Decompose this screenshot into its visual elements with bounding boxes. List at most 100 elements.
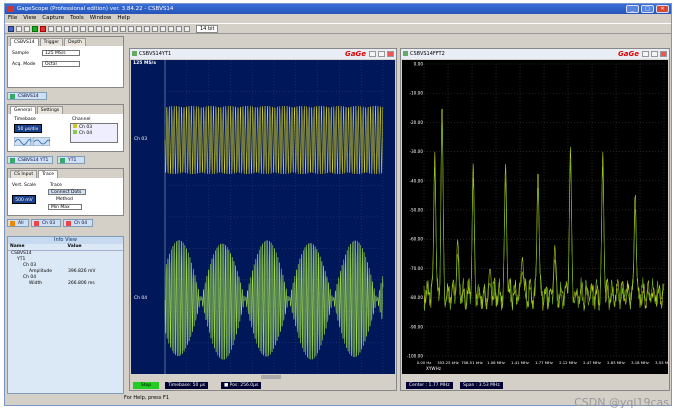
sample-rate-select[interactable]: 125 MS/s bbox=[42, 50, 80, 56]
help-icon[interactable] bbox=[184, 25, 190, 32]
tab-trigger[interactable]: Trigger bbox=[39, 38, 64, 46]
print-icon[interactable] bbox=[24, 25, 30, 32]
fft-scope-window[interactable]: CSBVS14FFT2 GaGe 0.00 -10.00 -20.00 -30.00 -… bbox=[400, 48, 670, 391]
stop-icon[interactable] bbox=[40, 25, 46, 32]
right-icon[interactable] bbox=[144, 25, 150, 32]
minimize-button[interactable]: _ bbox=[626, 5, 639, 13]
method-label: Method bbox=[56, 197, 73, 202]
fit-icon[interactable] bbox=[152, 25, 158, 32]
yt-plot-svg bbox=[164, 60, 384, 374]
grid-icon[interactable] bbox=[96, 25, 102, 32]
acq-mode-select[interactable]: Octal bbox=[42, 61, 80, 67]
yt-scope-window[interactable]: CSBVS14YT1 GaGe 125 MS/s Ch 03 Ch 04 Sto… bbox=[129, 48, 397, 391]
yt-plot[interactable]: 125 MS/s Ch 03 Ch 04 bbox=[131, 60, 395, 374]
menu-window[interactable]: Window bbox=[90, 14, 112, 23]
yt-chip[interactable]: CSBVS14 YT1 bbox=[7, 156, 53, 164]
menu-tools[interactable]: Tools bbox=[70, 14, 84, 23]
y-tick-label: -30.00 bbox=[410, 149, 424, 154]
yt-icon bbox=[10, 158, 15, 163]
chan-tab-ch03[interactable]: Ch 03 bbox=[31, 219, 61, 227]
checkbox-icon[interactable] bbox=[73, 124, 77, 128]
math-icon[interactable] bbox=[160, 25, 166, 32]
resolution-select[interactable]: 14 bit bbox=[196, 24, 219, 33]
menu-file[interactable]: File bbox=[8, 14, 17, 23]
yt1-icon bbox=[60, 158, 65, 163]
info-view: Info View Name Value CSBVS14 YT1 Ch 03 A… bbox=[7, 236, 124, 394]
acq-mode-label: Acq. Mode bbox=[12, 62, 36, 67]
chan-tab-ch04[interactable]: Ch 04 bbox=[63, 219, 93, 227]
y-tick-label: -50.00 bbox=[410, 208, 424, 213]
tree-name: Width bbox=[29, 281, 43, 286]
menu-capture[interactable]: Capture bbox=[42, 14, 64, 23]
cursor-icon[interactable] bbox=[72, 25, 78, 32]
start-icon[interactable] bbox=[32, 25, 38, 32]
device-chip[interactable]: CSBVS14 bbox=[7, 92, 47, 100]
fft-minimize-button[interactable] bbox=[642, 51, 649, 57]
yt-header: CSBVS14YT1 GaGe bbox=[130, 49, 396, 59]
measure-icon[interactable] bbox=[80, 25, 86, 32]
fft-plot[interactable]: 0.00 -10.00 -20.00 -30.00 -40.00 -50.00 -60.00… bbox=[402, 60, 668, 374]
zoom-in-icon[interactable] bbox=[56, 25, 62, 32]
yt-maximize-button[interactable] bbox=[378, 51, 385, 57]
close-button[interactable]: ✕ bbox=[656, 5, 669, 13]
tab-depth[interactable]: Depth bbox=[64, 38, 86, 46]
trace-icon[interactable] bbox=[104, 25, 110, 32]
yt1-chip[interactable]: YT1 bbox=[57, 156, 85, 164]
sample-rate-label: 125 MS/s bbox=[133, 61, 157, 66]
tab-general[interactable]: General bbox=[10, 106, 36, 114]
tree-row[interactable]: Width 266.806 ms bbox=[8, 281, 123, 287]
window-title: GageScope (Professional edition) ver. 3.… bbox=[17, 6, 174, 12]
fft-maximize-button[interactable] bbox=[651, 51, 658, 57]
y-tick-label: -80.00 bbox=[410, 295, 424, 300]
y-tick-label: -70.00 bbox=[410, 266, 424, 271]
vert-scale-value[interactable]: 500 mV bbox=[12, 195, 36, 204]
tab-settings[interactable]: Settings bbox=[36, 106, 64, 114]
ch03-icon bbox=[34, 221, 39, 226]
marker-icon[interactable] bbox=[112, 25, 118, 32]
toolbar: 14 bit bbox=[5, 23, 671, 34]
checkbox-icon[interactable] bbox=[73, 130, 77, 134]
y-tick-label: -20.00 bbox=[410, 120, 424, 125]
control-sidebar: CSBVS14 Trigger Depth Sample 125 MS/s Ac… bbox=[5, 35, 127, 397]
method-select[interactable]: Min Max bbox=[48, 204, 82, 210]
left-icon[interactable] bbox=[136, 25, 142, 32]
chan-tab-all[interactable]: All bbox=[7, 219, 29, 227]
yt-minimize-button[interactable] bbox=[369, 51, 376, 57]
x-tick-label: 3.53 MHz bbox=[655, 360, 668, 365]
menu-view[interactable]: View bbox=[23, 14, 36, 23]
timebase-value[interactable]: 50 µs/div bbox=[14, 124, 42, 133]
export-icon[interactable] bbox=[168, 25, 174, 32]
device-icon bbox=[10, 94, 15, 99]
run-state-indicator[interactable]: Stop bbox=[133, 382, 159, 389]
open-icon[interactable] bbox=[8, 25, 14, 32]
y-tick-label: -60.00 bbox=[410, 237, 424, 242]
chan-tab-ch03-label: Ch 03 bbox=[42, 221, 56, 226]
yt-close-button[interactable] bbox=[387, 51, 394, 57]
redo-icon[interactable] bbox=[128, 25, 134, 32]
fft-close-button[interactable] bbox=[660, 51, 667, 57]
tab-csbvs14[interactable]: CSBVS14 bbox=[10, 38, 39, 46]
fft-icon[interactable] bbox=[88, 25, 94, 32]
tab-trace[interactable]: Trace bbox=[38, 170, 59, 178]
connect-dots-option[interactable]: Connect Dots bbox=[48, 189, 86, 195]
menu-help[interactable]: Help bbox=[117, 14, 130, 23]
channel-list[interactable]: Ch 03 Ch 04 bbox=[70, 123, 118, 143]
y-tick-label: -90.00 bbox=[410, 324, 424, 329]
x-tick-label: 353.25 kHz bbox=[437, 360, 459, 365]
horizontal-scrollbar[interactable] bbox=[261, 375, 281, 379]
tab-cs-input[interactable]: CS Input bbox=[10, 170, 38, 178]
status-bar-text: For Help, press F1 bbox=[124, 395, 170, 401]
maximize-button[interactable]: □ bbox=[641, 5, 654, 13]
channel-item[interactable]: Ch 04 bbox=[73, 130, 117, 136]
info-col-name: Name bbox=[10, 244, 25, 249]
timebase-label: Timebase bbox=[14, 117, 36, 122]
undo-icon[interactable] bbox=[120, 25, 126, 32]
settings-icon[interactable] bbox=[176, 25, 182, 32]
acquisition-panel: CSBVS14 Trigger Depth Sample 125 MS/s Ac… bbox=[7, 36, 124, 88]
save-icon[interactable] bbox=[16, 25, 22, 32]
x-tick-label: 1.77 MHz bbox=[535, 360, 553, 365]
zoom-out-icon[interactable] bbox=[64, 25, 70, 32]
fft-window-icon bbox=[403, 51, 408, 56]
position-status: ■ Pos: 256.0µs bbox=[221, 382, 262, 389]
single-icon[interactable] bbox=[48, 25, 54, 32]
